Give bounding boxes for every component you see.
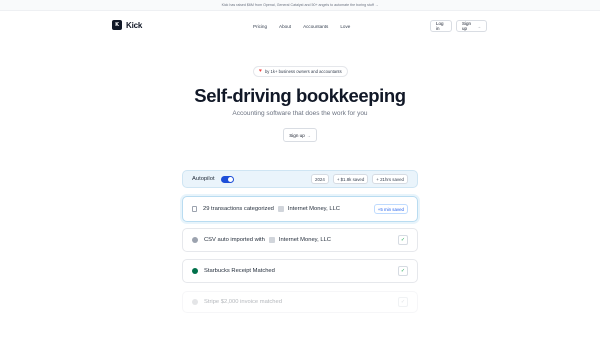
- nav-link-accountants[interactable]: Accountants: [303, 24, 328, 29]
- autopilot-toggle[interactable]: [220, 175, 234, 183]
- hero-signup-label: Sign up: [289, 132, 305, 138]
- document-icon: [192, 206, 197, 212]
- saved-money-pill: + $1.8k saved: [332, 174, 369, 184]
- activity-text: Stripe $2,000 invoice matched: [204, 299, 282, 305]
- brand-name: Kick: [126, 20, 143, 30]
- activity-account: Internet Money, LLC: [278, 237, 331, 243]
- arrow-right-icon: →: [306, 132, 311, 138]
- hero-title: Self-driving bookkeeping: [194, 85, 406, 106]
- announcement-bar[interactable]: Kick has raised $6M from Openai, General…: [0, 0, 600, 11]
- login-button[interactable]: Log in: [430, 20, 452, 32]
- activity-account: Internet Money, LLC: [287, 206, 340, 212]
- autopilot-card: Autopilot 2024 + $1.8k saved + 21hrs sav…: [182, 170, 418, 188]
- nav-link-love[interactable]: Love: [340, 24, 350, 29]
- check-icon: ✓: [398, 235, 408, 245]
- arrow-right-icon: →: [477, 23, 481, 29]
- signup-label: Sign up: [462, 21, 472, 31]
- activity-card-transactions[interactable]: 29 transactions categorized Internet Mon…: [182, 196, 418, 222]
- autopilot-label: Autopilot: [192, 176, 215, 182]
- social-proof-badge: ♥ by 1k+ business owners and accountants: [253, 66, 348, 77]
- login-label: Log in: [436, 21, 444, 31]
- hero-subtitle: Accounting software that does the work f…: [232, 110, 368, 117]
- activity-text: Starbucks Receipt Matched: [204, 268, 275, 274]
- activity-text: 29 transactions categorized: [203, 206, 274, 212]
- top-nav: K Kick Pricing About Accountants Love Lo…: [0, 11, 600, 41]
- signup-button[interactable]: Sign up →: [456, 20, 487, 32]
- badge-text: by 1k+ business owners and accountants: [264, 69, 342, 74]
- activity-text: CSV auto imported with: [204, 237, 265, 243]
- nav-link-about[interactable]: About: [279, 24, 291, 29]
- bank-icon: [277, 206, 284, 212]
- nav-links: Pricing About Accountants Love: [253, 24, 350, 29]
- activity-card-stripe[interactable]: Stripe $2,000 invoice matched ✓: [182, 291, 418, 313]
- hero-signup-button[interactable]: Sign up →: [283, 128, 317, 142]
- logo-mark-icon: K: [112, 20, 122, 30]
- check-icon: ✓: [398, 297, 408, 307]
- activity-card-csv[interactable]: CSV auto imported with Internet Money, L…: [182, 228, 418, 252]
- activity-card-starbucks[interactable]: Starbucks Receipt Matched ✓: [182, 259, 418, 283]
- import-icon: [192, 237, 198, 243]
- saved-time-pill: + 21hrs saved: [372, 174, 408, 184]
- stripe-icon: [192, 299, 198, 305]
- bank-icon: [268, 237, 275, 243]
- time-saved-badge: +5 min saved: [373, 204, 408, 214]
- nav-link-pricing[interactable]: Pricing: [253, 24, 267, 29]
- brand-logo[interactable]: K Kick: [112, 20, 142, 30]
- year-select[interactable]: 2024: [311, 174, 329, 184]
- heart-icon: ♥: [259, 68, 262, 74]
- starbucks-icon: [192, 268, 198, 274]
- check-icon: ✓: [398, 266, 408, 276]
